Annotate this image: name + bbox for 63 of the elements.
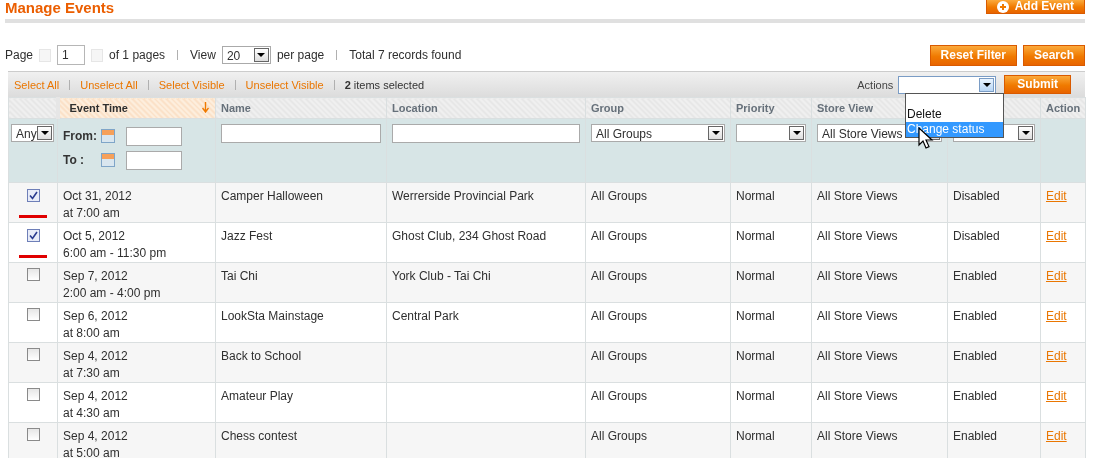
table-cell: All Groups [591, 269, 648, 283]
table-cell: LookSta Mainstage [221, 309, 324, 323]
table-cell: All Store Views [817, 269, 898, 283]
table-cell: All Store Views [817, 229, 898, 243]
event-date-text: Sep 4, 2012 [63, 428, 128, 445]
table-cell: Camper Halloween [221, 189, 324, 203]
actions-label: Actions [857, 78, 894, 91]
table-cell: Enabled [953, 429, 998, 443]
table-cell: Normal [736, 429, 775, 443]
view-label: View [190, 48, 216, 62]
table-cell: All Groups [591, 389, 648, 403]
selected-count-text: 2 items selected [344, 78, 425, 91]
event-date-text: Oct 5, 2012 [63, 228, 126, 245]
table-cell: Enabled [953, 389, 998, 403]
event-time-text: at 4:30 am [63, 405, 120, 422]
records-count-text: Total 7 records found [349, 48, 462, 62]
table-cell: All Store Views [817, 429, 898, 443]
event-date-text: Oct 31, 2012 [63, 188, 132, 205]
table-cell: Amateur Play [221, 389, 294, 403]
table-cell: Disabled [953, 229, 1000, 243]
table-cell: Disabled [953, 189, 1000, 203]
table-cell: Back to School [221, 349, 302, 363]
table-cell: All Groups [591, 229, 648, 243]
table-cell: Tai Chi [221, 269, 258, 283]
table-cell: Normal [736, 189, 775, 203]
event-time-text: at 7:00 am [63, 205, 120, 222]
table-cell: Enabled [953, 269, 998, 283]
table-cell: Normal [736, 229, 775, 243]
table-cell: All Groups [591, 309, 648, 323]
page-label: Page [5, 48, 34, 62]
table-cell: Ghost Club, 234 Ghost Road [392, 229, 547, 243]
table-cell: All Groups [591, 189, 648, 203]
event-time-text: 6:00 am - 11:30 pm [63, 245, 167, 262]
to-label: To : [63, 153, 86, 167]
table-cell: Werrerside Provincial Park [392, 189, 534, 203]
table-cell: Jazz Fest [221, 229, 273, 243]
table-cell: All Store Views [817, 309, 898, 323]
table-cell: All Store Views [817, 349, 898, 363]
table-cell: Normal [736, 389, 775, 403]
table-cell: Normal [736, 269, 775, 283]
table-cell: Central Park [392, 309, 459, 323]
table-cell: All Groups [591, 429, 648, 443]
table-cell: All Groups [591, 349, 648, 363]
event-date-text: Sep 4, 2012 [63, 388, 128, 405]
table-cell: York Club - Tai Chi [392, 269, 491, 283]
table-cell: Enabled [953, 349, 998, 363]
event-date-text: Sep 4, 2012 [63, 348, 128, 365]
table-cell: Chess contest [221, 429, 298, 443]
table-cell: All Store Views [817, 389, 898, 403]
event-time-text: 2:00 am - 4:00 pm [63, 285, 161, 302]
table-cell: All Store Views [817, 189, 898, 203]
page-title: Manage Events [5, 0, 115, 16]
page-count-text: of 1 pages [109, 48, 166, 62]
per-page-label: per page [276, 48, 325, 62]
event-time-text: at 8:00 am [63, 325, 120, 342]
event-time-text: at 5:00 am [63, 445, 120, 458]
event-date-text: Sep 6, 2012 [63, 308, 128, 325]
event-date-text: Sep 7, 2012 [63, 268, 128, 285]
from-label: From: [63, 129, 98, 143]
event-time-text: at 7:30 am [63, 365, 120, 382]
table-cell: Normal [736, 349, 775, 363]
table-cell: Enabled [953, 309, 998, 323]
table-cell: Normal [736, 309, 775, 323]
